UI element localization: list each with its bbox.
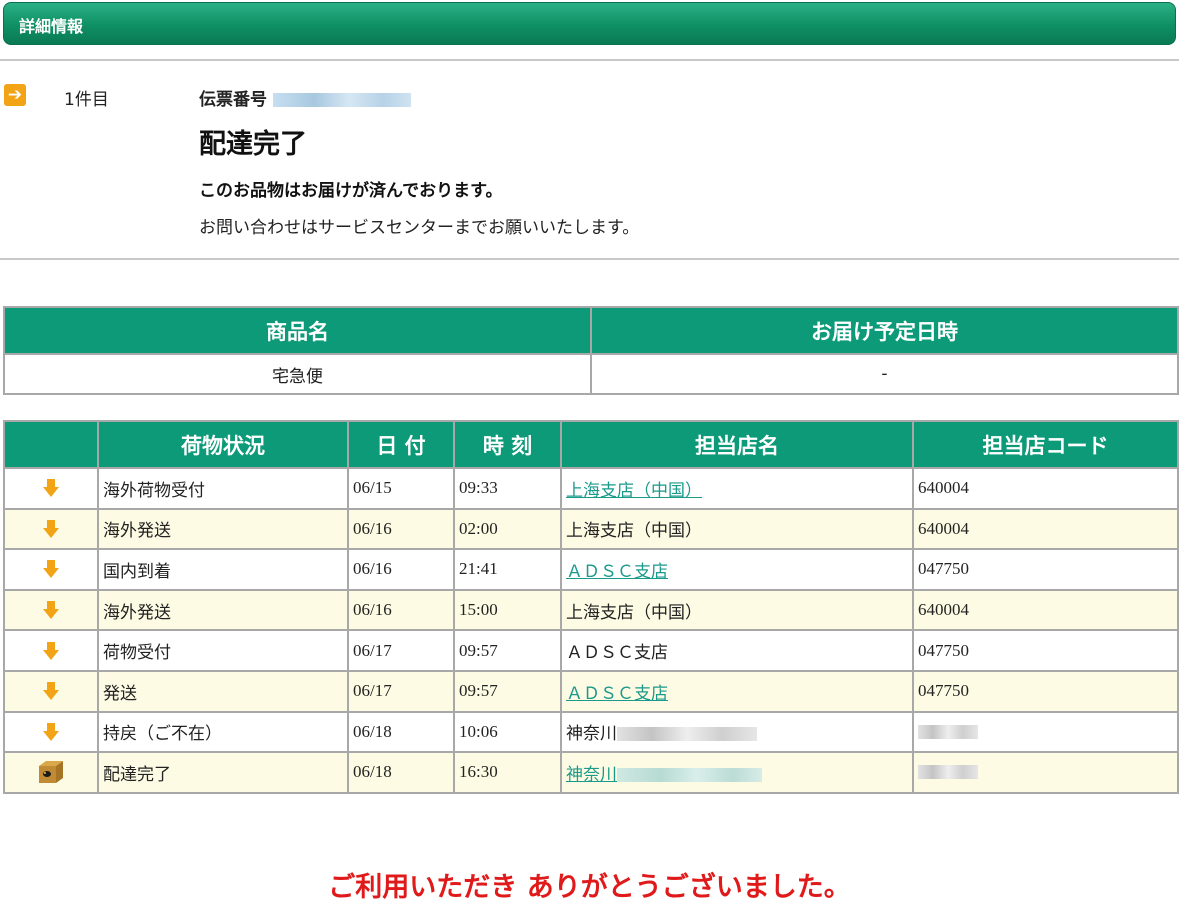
table-row: 海外発送 06/16 15:00 上海支店（中国） 640004	[3, 588, 1179, 632]
column-header-time: 時 刻	[453, 420, 562, 469]
column-header-icon	[3, 420, 99, 469]
column-header-store: 担当店名	[560, 420, 914, 469]
store-link[interactable]: 神奈川	[566, 765, 617, 785]
arrow-down-icon	[43, 601, 59, 620]
status-note: お問い合わせはサービスセンターまでお願いいたします。	[199, 218, 640, 238]
redacted-store-code	[918, 724, 978, 739]
table-row: 配達完了 06/18 16:30 神奈川	[3, 751, 1179, 794]
history-date: 06/16	[347, 588, 455, 632]
history-status: 荷物受付	[97, 629, 349, 672]
table-row: 国内到着 06/16 21:41 ＡＤＳＣ支店 047750	[3, 548, 1179, 591]
arrow-right-icon: ➔	[4, 84, 26, 106]
table-row: 発送 06/17 09:57 ＡＤＳＣ支店 047750	[3, 669, 1179, 713]
table-row: 海外荷物受付 06/15 09:33 上海支店（中国） 640004	[3, 467, 1179, 510]
arrow-down-icon	[43, 519, 59, 538]
redacted-store-name	[617, 727, 757, 742]
product-table: 商品名 お届け予定日時 宅急便 -	[3, 306, 1179, 395]
store-code: 047750	[912, 629, 1179, 672]
store-code: 047750	[912, 548, 1179, 591]
history-date: 06/16	[347, 548, 455, 591]
table-row: 海外発送 06/16 02:00 上海支店（中国） 640004	[3, 507, 1179, 551]
store-link[interactable]: ＡＤＳＣ支店	[566, 562, 668, 582]
history-time: 10:06	[453, 710, 562, 754]
arrow-down-icon	[43, 560, 59, 579]
history-status: 持戻（ご不在）	[97, 710, 349, 754]
history-table: 荷物状況 日 付 時 刻 担当店名 担当店コード 海外荷物受付 06/15 09…	[3, 420, 1179, 794]
store-name: 上海支店（中国）	[560, 588, 914, 632]
store-code: 640004	[912, 507, 1179, 551]
column-header-date: 日 付	[347, 420, 455, 469]
history-date: 06/18	[347, 751, 455, 794]
redacted-slip-number	[273, 93, 411, 107]
history-time: 09:57	[453, 629, 562, 672]
history-time: 02:00	[453, 507, 562, 551]
column-header-status: 荷物状況	[97, 420, 349, 469]
arrow-down-icon	[43, 479, 59, 498]
history-time: 15:00	[453, 588, 562, 632]
history-date: 06/16	[347, 507, 455, 551]
slip-number: 伝票番号	[199, 85, 411, 110]
history-status: 海外発送	[97, 588, 349, 632]
store-name: 神奈川	[566, 724, 617, 745]
history-time: 21:41	[453, 548, 562, 591]
arrow-down-icon	[43, 722, 59, 741]
history-status: 国内到着	[97, 548, 349, 591]
table-row: 持戻（ご不在） 06/18 10:06 神奈川	[3, 710, 1179, 754]
table-row: 荷物受付 06/17 09:57 ＡＤＳＣ支店 047750	[3, 629, 1179, 672]
history-status: 海外荷物受付	[97, 467, 349, 510]
store-code: 047750	[912, 669, 1179, 713]
column-header-product: 商品名	[3, 306, 592, 355]
section-title: 詳細情報	[19, 17, 84, 36]
history-date: 06/15	[347, 467, 455, 510]
store-link[interactable]: ＡＤＳＣ支店	[566, 684, 668, 704]
arrow-down-icon	[43, 641, 59, 660]
history-time: 09:33	[453, 467, 562, 510]
store-name: 上海支店（中国）	[560, 507, 914, 551]
column-header-store-code: 担当店コード	[912, 420, 1179, 469]
store-link[interactable]: 上海支店（中国）	[566, 481, 702, 501]
section-header: 詳細情報	[3, 2, 1176, 45]
history-time: 16:30	[453, 751, 562, 794]
history-status: 配達完了	[97, 751, 349, 794]
history-date: 06/17	[347, 629, 455, 672]
slip-label: 伝票番号	[199, 90, 267, 110]
column-header-delivery-time: お届け予定日時	[590, 306, 1179, 355]
history-date: 06/18	[347, 710, 455, 754]
status-message: このお品物はお届けが済んでおります。	[199, 181, 503, 201]
redacted-store-code	[918, 765, 978, 780]
history-date: 06/17	[347, 669, 455, 713]
status-title: 配達完了	[199, 129, 307, 160]
history-status: 海外発送	[97, 507, 349, 551]
divider	[0, 258, 1179, 260]
store-code: 640004	[912, 588, 1179, 632]
history-time: 09:57	[453, 669, 562, 713]
history-status: 発送	[97, 669, 349, 713]
package-box-icon	[39, 761, 63, 784]
thank-you-message: ご利用いただき ありがとうございました。	[328, 872, 851, 903]
divider	[0, 59, 1179, 61]
product-name: 宅急便	[3, 353, 592, 395]
store-code: 640004	[912, 467, 1179, 510]
store-name: ＡＤＳＣ支店	[560, 629, 914, 672]
arrow-down-icon	[43, 682, 59, 701]
delivery-time: -	[590, 353, 1179, 395]
item-count: 1件目	[64, 90, 109, 110]
redacted-store-name	[617, 767, 762, 782]
